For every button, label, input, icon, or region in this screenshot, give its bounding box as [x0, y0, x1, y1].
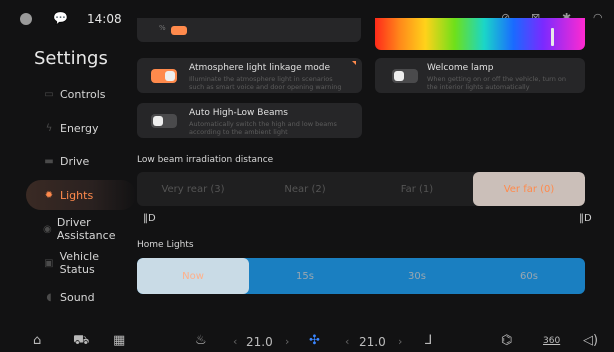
sidebar-item-label: Energy [60, 121, 99, 135]
sun-icon: ✹ [44, 189, 54, 201]
temp-left-value: 21.0 [246, 335, 273, 349]
welcome-lamp-toggle[interactable] [392, 69, 418, 83]
message-icon[interactable]: 💬 [53, 11, 68, 25]
home-lights-option-15s[interactable]: 15s [249, 258, 361, 294]
welcome-lamp-title: Welcome lamp [427, 63, 494, 73]
car-icon[interactable]: ⛟ [73, 333, 89, 350]
low-beam-option-very-rear[interactable]: Very rear (3) [137, 172, 249, 206]
toggle-knob [165, 71, 175, 81]
low-beam-max-icon: ‖D [579, 213, 592, 224]
home-icon[interactable]: ⌂ [33, 333, 41, 348]
home-lights-option-60s[interactable]: 60s [473, 258, 585, 294]
low-beam-section-label: Low beam irradiation distance [137, 155, 274, 165]
sidebar-item-label: Driver Assistance [56, 216, 116, 242]
sidebar-item-label: Lights [60, 188, 94, 202]
sidebar-item-energy[interactable]: ϟ Energy [26, 113, 136, 143]
apps-grid-icon[interactable]: ▦ [113, 333, 125, 348]
atmosphere-linkage-title: Atmosphere light linkage mode [189, 63, 331, 73]
sidebar-item-label: Sound [60, 290, 95, 304]
seat-icon[interactable]: ⅃ [425, 333, 432, 348]
welcome-lamp-card[interactable]: Welcome lamp When getting on or off the … [375, 58, 585, 93]
brightness-slider-card: % [137, 18, 361, 42]
auto-beams-desc: Automatically switch the high and low be… [189, 120, 337, 136]
car-controls-icon: ▭ [44, 88, 54, 100]
home-lights-selector: Now 15s 30s 60s [137, 258, 585, 294]
auto-beams-title: Auto High-Low Beams [189, 108, 288, 118]
ambient-color-slider[interactable] [375, 18, 585, 50]
sidebar-item-drive[interactable]: ▬ Drive [26, 146, 136, 176]
atmosphere-linkage-card[interactable]: Atmosphere light linkage mode Illuminate… [137, 58, 362, 93]
sidebar-item-label: Vehicle Status [59, 250, 99, 276]
sidebar-item-sound[interactable]: ◖ Sound [26, 282, 136, 312]
fan-icon[interactable]: ✣ [309, 333, 320, 348]
sidebar-item-lights[interactable]: ✹ Lights [26, 180, 136, 210]
toggle-knob [153, 116, 163, 126]
home-lights-option-30s[interactable]: 30s [361, 258, 473, 294]
sidebar-item-label: Drive [60, 154, 90, 168]
home-lights-section-label: Home Lights [137, 240, 194, 250]
low-beam-min-icon: ‖D [143, 213, 156, 224]
bottom-dock: ⌂ ⛟ ▦ ♨ ‹ 21.0 › ✣ ‹ 21.0 › ⅃ ⌬ 360 ◁) [0, 328, 614, 352]
wifi-icon: ◠ [593, 11, 603, 24]
low-beam-option-near[interactable]: Near (2) [249, 172, 361, 206]
page-title: Settings [34, 48, 108, 69]
speaker-icon: ◖ [46, 291, 52, 303]
drive-icon: ▬ [44, 155, 54, 167]
temp-left-decrease-icon[interactable]: ‹ [233, 335, 237, 348]
volume-icon[interactable]: ◁) [583, 333, 598, 348]
seat-heat-icon[interactable]: ♨ [195, 333, 207, 348]
home-lights-option-now[interactable]: Now [137, 258, 249, 294]
sidebar-item-controls[interactable]: ▭ Controls [26, 79, 136, 109]
energy-icon: ϟ [45, 122, 53, 134]
steering-icon: ◉ [43, 223, 52, 235]
low-beam-distance-selector: Very rear (3) Near (2) Far (1) Ver far (… [137, 172, 585, 206]
atmosphere-linkage-toggle[interactable] [151, 69, 177, 83]
atmosphere-linkage-desc: Illuminate the atmosphere light in scena… [189, 75, 342, 91]
brightness-slider-handle[interactable] [171, 26, 187, 35]
toggle-knob [394, 71, 404, 81]
welcome-lamp-desc: When getting on or off the vehicle, turn… [427, 75, 566, 91]
camera-360-button[interactable]: 360 [543, 336, 560, 346]
clock-time: 14:08 [87, 12, 122, 26]
temp-left-increase-icon[interactable]: › [285, 335, 289, 348]
low-beam-option-very-far[interactable]: Ver far (0) [473, 172, 585, 206]
brightness-percent-label: % [159, 24, 166, 32]
auto-beams-card[interactable]: Auto High-Low Beams Automatically switch… [137, 103, 362, 138]
screen: 💬 14:08 ⊘ ⊠ ✱ ◠ Settings ▭ Controls ϟ En… [0, 0, 614, 352]
low-beam-option-far[interactable]: Far (1) [361, 172, 473, 206]
temp-right-decrease-icon[interactable]: ‹ [345, 335, 349, 348]
avatar[interactable] [20, 13, 32, 25]
sidebar-item-driver-assistance[interactable]: ◉ Driver Assistance [26, 214, 136, 244]
temp-right-value: 21.0 [359, 335, 386, 349]
color-slider-handle[interactable] [551, 28, 554, 46]
temp-right-increase-icon[interactable]: › [398, 335, 402, 348]
car-view-icon[interactable]: ⌬ [501, 333, 512, 348]
auto-beams-toggle[interactable] [151, 114, 177, 128]
sidebar-item-label: Controls [60, 87, 106, 101]
sidebar-item-vehicle-status[interactable]: ▣ Vehicle Status [26, 248, 136, 278]
vehicle-status-icon: ▣ [44, 257, 54, 269]
corner-marker-icon [352, 61, 356, 65]
